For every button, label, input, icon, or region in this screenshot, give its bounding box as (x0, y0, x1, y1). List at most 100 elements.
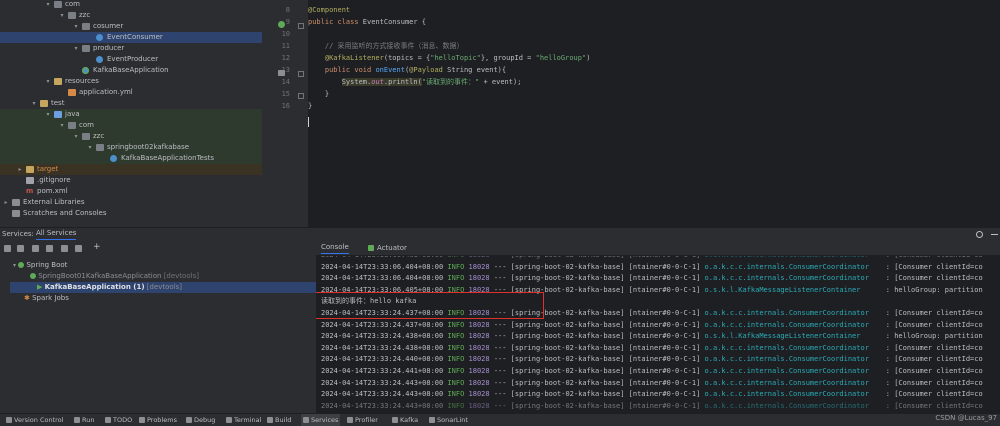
tree-item[interactable]: .gitignore (0, 175, 262, 186)
tree-item[interactable]: ▸ target (0, 164, 262, 175)
line-number: 9 (285, 18, 290, 26)
status-problems[interactable]: Problems (137, 414, 179, 426)
profiler-icon (347, 417, 353, 423)
status-todo[interactable]: TODO (103, 414, 134, 426)
tab-console[interactable]: Console (321, 241, 349, 254)
build-icon (267, 417, 273, 423)
console-cls: o.s.k.l.KafkaMessageListenerContainer (704, 332, 874, 341)
chevron-right-icon[interactable]: ▸ (2, 197, 10, 208)
console-msg: : helloGroup: partition (877, 285, 983, 294)
code-line: } (308, 89, 329, 100)
collapse-all-icon[interactable] (17, 245, 24, 252)
status-sonarlint[interactable]: SonarLint (427, 414, 470, 426)
console-msg: : [Consumer clientId=co (877, 343, 983, 352)
console-output[interactable]: 2024-04-14T23:33:06.403+08:00 INFO 18028… (316, 256, 1000, 413)
tree-item[interactable]: KafkaBaseApplicationTests (0, 153, 262, 164)
console-ts: 2024-04-14T23:33:06.403+08:00 (321, 256, 443, 259)
tree-item[interactable]: Scratches and Consoles (0, 208, 262, 219)
status-run[interactable]: Run (72, 414, 96, 426)
console-ts: 2024-04-14T23:33:24.441+08:00 (321, 367, 444, 375)
tree-item[interactable]: ▸ External Libraries (0, 197, 262, 208)
console-pid: 18028 (468, 274, 490, 283)
code-token: + event); (479, 78, 522, 86)
console-ts: 2024-04-14T23:33:24.443+08:00 (321, 378, 444, 387)
services-tree[interactable]: ▾ Spring Boot SpringBoot01KafkaBaseAppli… (0, 255, 317, 413)
layout-icon[interactable] (75, 245, 82, 252)
tab-actuator[interactable]: Actuator (377, 241, 407, 255)
console-thr: --- [spring-boot-02-kafka-base] [ntainer… (493, 274, 701, 283)
services-node-spark[interactable]: ✱ Spark Jobs (24, 293, 69, 304)
console-lvl: INFO (447, 262, 465, 271)
line-number: 11 (281, 42, 290, 50)
tree-item-label: target (37, 165, 59, 173)
services-node-spring-boot[interactable]: ▾ Spring Boot (13, 260, 67, 271)
status-terminal[interactable]: Terminal (224, 414, 263, 426)
fold-marker-icon[interactable] (298, 93, 304, 99)
code-token: } (308, 102, 313, 110)
settings-icon[interactable] (976, 231, 983, 238)
console-lvl: INFO (447, 378, 465, 387)
tab-all-services[interactable]: All Services (36, 228, 77, 240)
console-line: 2024-04-14T23:33:24.438+08:00 INFO 18028… (321, 331, 987, 342)
console-lvl: INFO (447, 274, 465, 283)
code-token: System. (341, 78, 372, 86)
filter-icon[interactable] (61, 245, 68, 252)
tree-item[interactable]: ▾ zzc (0, 131, 262, 142)
code-editor[interactable]: @Component public class EventConsumer { /… (308, 0, 1000, 227)
status-build[interactable]: Build (265, 414, 293, 426)
lib-icon (12, 199, 20, 206)
fold-marker-icon[interactable] (298, 23, 304, 29)
watermark: CSDN @Lucas_97 (935, 414, 997, 422)
tree-item[interactable]: ▾ com (0, 120, 262, 131)
services-title: Services: (2, 230, 34, 238)
console-line: 2024-04-14T23:33:24.443+08:00 INFO 18028… (321, 401, 987, 412)
console-pid: 18028 (468, 320, 490, 329)
console-ts: 2024-04-14T23:33:24.437+08:00 (321, 320, 444, 329)
expand-all-icon[interactable] (4, 245, 11, 252)
console-lvl: INFO (447, 256, 464, 259)
line-number: 14 (281, 78, 290, 86)
tree-item[interactable]: ▾ springboot02kafkabase (0, 142, 262, 153)
spring-bean-icon[interactable] (278, 21, 285, 28)
listener-gutter-icon[interactable] (278, 70, 285, 76)
status-label: Profiler (355, 416, 378, 424)
services-node-app1[interactable]: SpringBoot01KafkaBaseApplication [devtoo… (30, 271, 199, 282)
console-lvl: INFO (447, 390, 465, 399)
status-kafka[interactable]: Kafka (390, 414, 420, 426)
console-lvl: INFO (447, 332, 465, 341)
group-icon[interactable] (32, 245, 39, 252)
sonarlint-icon (429, 417, 435, 423)
code-token: @Payload (409, 66, 448, 74)
code-token: // 采用监听的方式接收事件（消息、数据） (324, 42, 464, 50)
minimize-icon[interactable] (991, 234, 998, 235)
status-label: Run (82, 416, 95, 424)
fold-marker-icon[interactable] (298, 71, 304, 77)
tree-icon[interactable] (46, 245, 53, 252)
chevron-down-icon[interactable]: ▾ (72, 131, 80, 142)
chevron-right-icon[interactable]: ▸ (16, 164, 24, 175)
console-cls: o.a.k.c.c.internals.ConsumerCoordinator (704, 355, 874, 364)
console-cls: o.a.k.c.c.internals.ConsumerCoordinator (704, 309, 874, 317)
services-node-app2[interactable]: ▶ KafkaBaseApplication (1) [devtools] (10, 282, 316, 293)
code-line: public void onEvent(@Payload String even… (308, 65, 506, 76)
tree-item[interactable]: m pom.xml (0, 186, 262, 197)
status-debug[interactable]: Debug (184, 414, 217, 426)
console-cls: o.a.k.c.c.internals.ConsumerCoordinator (704, 367, 874, 375)
console-msg: : [Consumer clientId=co (877, 309, 983, 317)
status-profiler[interactable]: Profiler (345, 414, 380, 426)
console-cls: o.a.k.c.c.internals.ConsumerCoordinator (704, 274, 874, 283)
add-service-icon[interactable]: + (93, 242, 101, 252)
spring-boot-icon (18, 262, 25, 268)
console-lvl: INFO (447, 367, 465, 375)
line-number: 8 (285, 6, 290, 14)
tree-item-label: springboot02kafkabase (107, 143, 190, 151)
chevron-down-icon[interactable]: ▾ (86, 142, 94, 153)
status-version-control[interactable]: Version Control (4, 414, 65, 426)
status-services[interactable]: Services (301, 414, 341, 426)
console-msg: : [Consumer clientId=co (877, 274, 983, 283)
status-bar: Version Control Run TODO Problems Debug Termi… (0, 413, 1000, 426)
terminal-icon (226, 417, 232, 423)
console-line: 2024-04-14T23:33:24.437+08:00 INFO 18028… (321, 320, 987, 331)
chevron-down-icon[interactable]: ▾ (58, 120, 66, 131)
